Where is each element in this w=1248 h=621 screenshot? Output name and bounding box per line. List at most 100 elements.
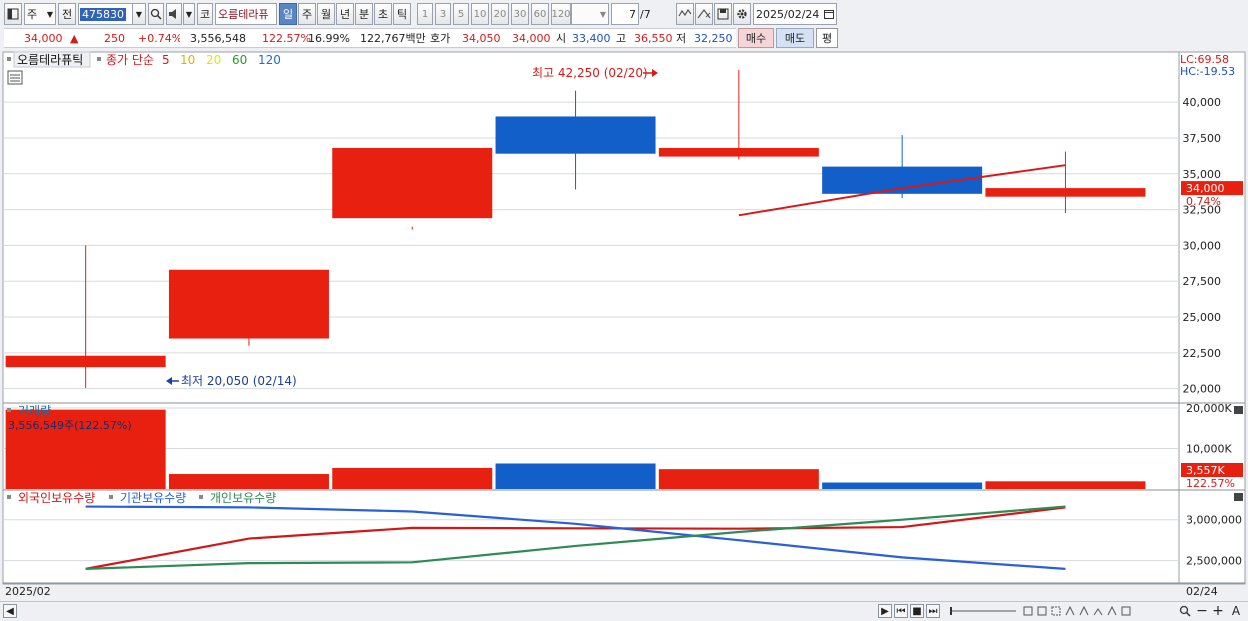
speaker-icon[interactable] xyxy=(166,3,182,25)
period-tab[interactable]: 일 xyxy=(279,3,297,25)
rewind-icon[interactable]: ⏮ xyxy=(894,604,908,618)
page-total-label: /7 xyxy=(640,7,651,21)
interval-button[interactable]: 3 xyxy=(435,3,451,25)
search-icon[interactable] xyxy=(148,3,164,25)
drawing-tools[interactable] xyxy=(1022,604,1142,618)
market-select[interactable]: 주 ▼ xyxy=(24,3,56,25)
average-price-button[interactable]: 평 xyxy=(816,28,838,48)
period-tab[interactable]: 월 xyxy=(317,3,335,25)
x-axis-end-label: 02/24 xyxy=(1186,585,1218,598)
legend-ma-period: 10 xyxy=(180,53,195,67)
price-change: 250 xyxy=(104,31,125,45)
custom-interval-select[interactable]: ▼ xyxy=(571,3,609,25)
candle-body xyxy=(658,147,819,157)
price-tick-label: 40,000 xyxy=(1183,96,1222,109)
candle-body xyxy=(332,147,493,219)
high-price: 36,550 xyxy=(634,31,673,45)
draw-tool-icon[interactable] xyxy=(695,3,713,25)
min-annotation: 최저 20,050 (02/14) xyxy=(166,374,297,388)
period-tab[interactable]: 틱 xyxy=(393,3,411,25)
turnover: 16.99% xyxy=(308,31,350,45)
price-tick-label: 35,000 xyxy=(1183,168,1222,181)
pane-close-icon[interactable] xyxy=(1234,406,1243,414)
holding-legend-label: 기관보유수량 xyxy=(120,491,186,505)
scroll-left-icon[interactable]: ◀ xyxy=(3,604,17,618)
ask-label: 호가 xyxy=(430,32,451,45)
text-annotation-icon[interactable]: A xyxy=(1229,604,1243,618)
market-label: 주 xyxy=(27,8,38,21)
scroll-right-icon[interactable]: ▶ xyxy=(878,604,892,618)
volume-title: 거래량 xyxy=(18,404,51,418)
period-tab[interactable]: 분 xyxy=(355,3,373,25)
interval-button[interactable]: 10 xyxy=(471,3,489,25)
legend-ma-period: 120 xyxy=(258,53,281,67)
calendar-icon[interactable] xyxy=(824,9,834,19)
current-price-label: 34,000 xyxy=(1186,182,1225,195)
legend-marker xyxy=(109,495,113,499)
interval-button[interactable]: 120 xyxy=(551,3,571,25)
stock-name-field: 오름테라퓨 xyxy=(215,3,277,25)
volume-tick-label: 20,000K xyxy=(1186,402,1232,415)
gear-icon[interactable] xyxy=(733,3,751,25)
window-menu-icon[interactable] xyxy=(4,3,22,25)
ask-price: 34,050 xyxy=(462,31,501,45)
period-tab[interactable]: 주 xyxy=(298,3,316,25)
code-button-label: 코 xyxy=(199,8,211,21)
date-input[interactable]: 2025/02/24 xyxy=(753,3,837,25)
volume: 3,556,548 xyxy=(190,31,246,45)
zoom-out-icon[interactable]: − xyxy=(1196,603,1208,619)
candle-body xyxy=(168,269,329,339)
dropdown-arrow-icon: ▼ xyxy=(46,9,53,19)
code-button[interactable]: 코 xyxy=(197,3,213,25)
volume-readout: 3,556,549주(122.57%) xyxy=(8,419,132,432)
legend-ma-period: 20 xyxy=(206,53,221,67)
volume-bar xyxy=(822,482,983,489)
buy-button[interactable]: 매수 xyxy=(738,28,774,48)
volume-ratio: 122.57% xyxy=(262,31,311,45)
legend-marker xyxy=(199,495,203,499)
zoom-in-icon[interactable]: + xyxy=(1212,603,1224,619)
interval-button[interactable]: 20 xyxy=(491,3,509,25)
page-total: /7 xyxy=(640,3,662,25)
holding-tick-label: 2,500,000 xyxy=(1186,555,1242,568)
sell-button[interactable]: 매도 xyxy=(776,28,814,48)
save-icon[interactable] xyxy=(714,3,732,25)
page-count: 7 xyxy=(629,7,636,21)
interval-button[interactable]: 60 xyxy=(531,3,549,25)
pane-close-icon[interactable] xyxy=(1234,493,1243,501)
price-tick-label: 27,500 xyxy=(1183,275,1222,288)
toolbar: 주 ▼ 전 475830 ▼ ▼ 코 오름테라퓨 일주월년분초틱 1 3 5 10 20… xyxy=(0,3,1248,25)
scope-button[interactable]: 전 xyxy=(58,3,76,25)
current-volume-label: 3,557K xyxy=(1186,464,1225,477)
legend-marker xyxy=(7,495,11,499)
scope-label: 전 xyxy=(61,8,73,21)
interval-button[interactable]: 30 xyxy=(511,3,529,25)
zoom-search-icon[interactable] xyxy=(1178,604,1192,618)
period-tabs: 일주월년분초틱 xyxy=(279,3,415,25)
legend-marker xyxy=(97,57,101,61)
stop-icon[interactable]: ■ xyxy=(910,604,924,618)
interval-button[interactable]: 5 xyxy=(453,3,469,25)
stock-code-value: 475830 xyxy=(80,7,126,21)
page-count-input[interactable]: 7 xyxy=(611,3,639,25)
legend-ma-period: 60 xyxy=(232,53,247,67)
price-tick-label: 20,000 xyxy=(1183,383,1222,396)
overlay-icon[interactable] xyxy=(676,3,694,25)
quote-price-detail: 122,767백만 호가 34,050 34,000 시 33,400 고 36… xyxy=(352,28,736,48)
period-tab[interactable]: 년 xyxy=(336,3,354,25)
legend-ma-label: 종가 단순 xyxy=(106,53,154,67)
fast-forward-icon[interactable]: ⏭ xyxy=(926,604,940,618)
interval-buttons: 1 3 5 10 20 30 60 120 xyxy=(417,3,571,25)
hc-readout: HC:-19.53 xyxy=(1180,65,1235,78)
code-dropdown-icon[interactable]: ▼ xyxy=(132,3,146,25)
price-chart[interactable]: 20,00022,50025,00027,50030,00032,50035,0… xyxy=(0,50,1248,601)
period-tab[interactable]: 초 xyxy=(374,3,392,25)
price-tick-label: 22,500 xyxy=(1183,347,1222,360)
zoom-slider[interactable] xyxy=(948,604,1018,618)
low-label: 저 xyxy=(676,32,687,45)
stock-chart-window: 주 ▼ 전 475830 ▼ ▼ 코 오름테라퓨 일주월년분초틱 1 3 5 10 20… xyxy=(0,0,1248,621)
legend-ma-period: 5 xyxy=(162,53,170,67)
interval-button[interactable]: 1 xyxy=(417,3,433,25)
speaker-dropdown-icon[interactable]: ▼ xyxy=(183,3,195,25)
current-volume-pct: 122.57% xyxy=(1186,477,1235,490)
